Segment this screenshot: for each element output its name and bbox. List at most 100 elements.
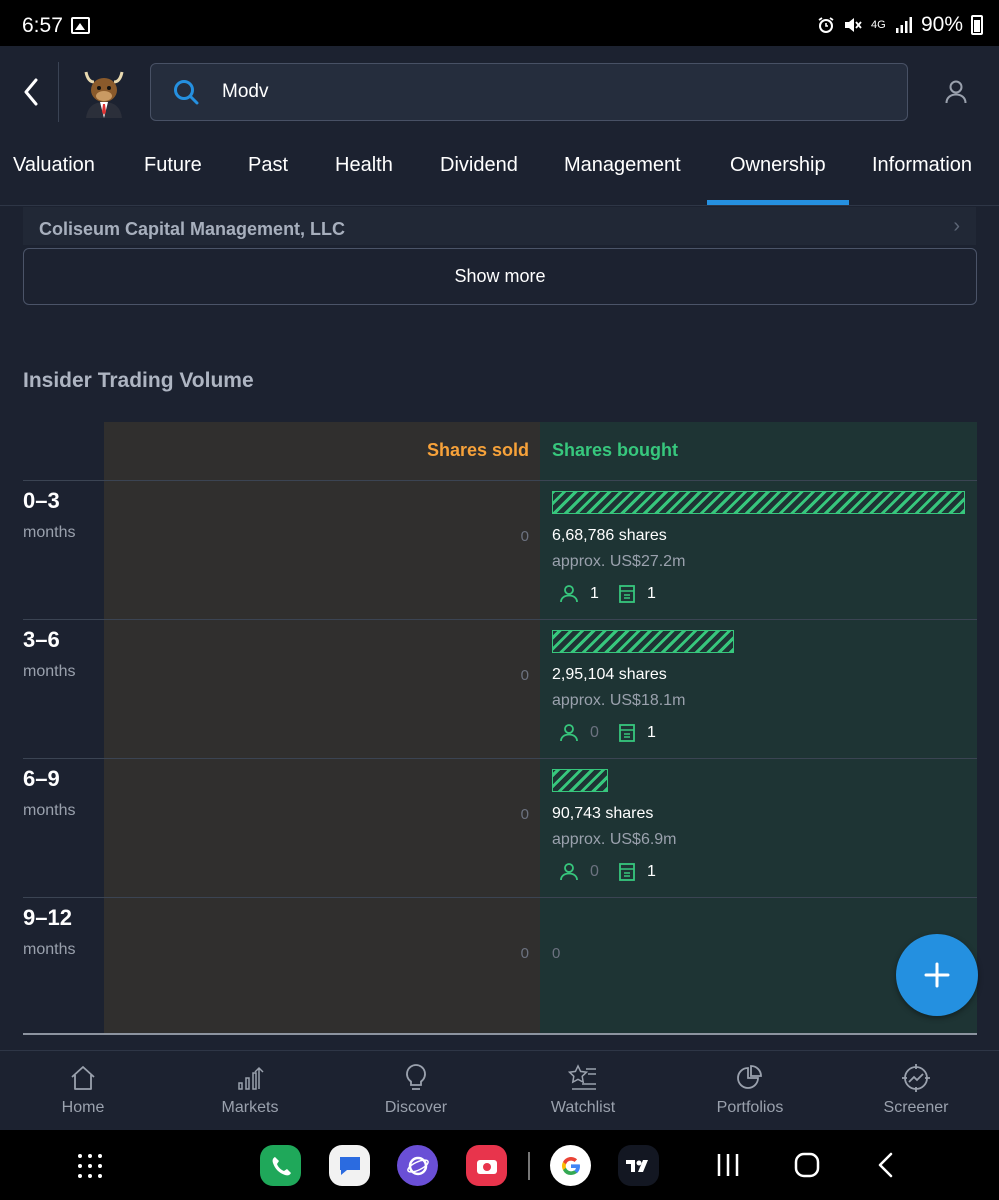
battery-percent: 90%	[920, 13, 963, 36]
app-drawer-icon[interactable]	[76, 1152, 104, 1180]
gallery-notification-icon	[71, 17, 90, 34]
period-unit: months	[23, 802, 76, 819]
tab-ownership[interactable]: Ownership	[730, 154, 826, 177]
bought-volume-bar	[552, 630, 734, 653]
bought-shares: 90,743 shares	[552, 805, 654, 822]
network-type: 4G	[870, 19, 886, 31]
home-icon	[71, 1066, 95, 1090]
individuals-count: 1	[560, 585, 599, 603]
bought-shares: 2,95,104 shares	[552, 666, 667, 683]
tab-past[interactable]: Past	[248, 154, 288, 177]
holder-row[interactable]: Coliseum Capital Management, LLC ›	[23, 207, 976, 245]
camera-app-icon[interactable]	[466, 1145, 507, 1186]
individuals-count: 0	[560, 724, 599, 742]
table-row: 9–12 months 0 0	[23, 898, 977, 1037]
internet-app-icon[interactable]	[397, 1145, 438, 1186]
person-icon	[560, 724, 578, 742]
bottom-navigation: Home Markets Discover Watchlist Portfoli…	[0, 1050, 999, 1130]
system-navigation-bar	[0, 1130, 999, 1200]
tab-dividend[interactable]: Dividend	[440, 154, 518, 177]
individuals-count: 0	[560, 863, 599, 881]
show-more-button[interactable]: Show more	[23, 248, 977, 305]
sold-value: 0	[520, 528, 529, 545]
bought-volume-bar	[552, 491, 965, 514]
back-button[interactable]	[16, 72, 46, 112]
pie-chart-icon	[737, 1065, 762, 1089]
nav-screener[interactable]: Screener	[856, 1061, 976, 1117]
nav-discover[interactable]: Discover	[356, 1061, 476, 1117]
system-back-button[interactable]	[876, 1152, 896, 1178]
alarm-icon	[818, 17, 834, 33]
chevron-right-icon: ›	[953, 215, 960, 237]
bought-shares: 6,68,786 shares	[552, 527, 667, 544]
building-icon	[619, 863, 635, 881]
section-title: Insider Trading Volume	[23, 369, 254, 392]
add-button[interactable]	[896, 934, 978, 1016]
period-unit: months	[23, 941, 76, 958]
sold-value: 0	[520, 667, 529, 684]
table-row: 6–9 months 0 90,743 shares approx. US$6.…	[23, 759, 977, 898]
plus-icon	[924, 962, 950, 988]
battery-icon	[971, 15, 983, 35]
google-app-icon[interactable]	[550, 1145, 591, 1186]
bought-value: approx. US$18.1m	[552, 692, 686, 709]
nav-home[interactable]: Home	[23, 1061, 143, 1117]
bought-header: Shares bought	[552, 440, 679, 460]
building-icon	[619, 585, 635, 603]
tab-health[interactable]: Health	[335, 154, 393, 177]
search-icon	[174, 80, 199, 105]
ownership-content: Coliseum Capital Management, LLC › Show …	[0, 207, 999, 1050]
period-label: 3–6	[23, 627, 60, 652]
bought-value: 0	[552, 945, 561, 962]
table-row: 0–3 months 0 6,68,786 shares approx. US$…	[23, 481, 977, 620]
period-label: 6–9	[23, 766, 60, 791]
holder-name: Coliseum Capital Management, LLC	[39, 219, 346, 239]
companies-count: 1	[619, 863, 656, 881]
search-field[interactable]: Modv	[150, 63, 908, 121]
bought-volume-bar	[552, 769, 608, 792]
lightbulb-icon	[406, 1064, 426, 1090]
tab-future[interactable]: Future	[144, 154, 202, 177]
watchlist-icon	[568, 1064, 596, 1090]
period-unit: months	[23, 663, 76, 680]
user-icon	[945, 80, 967, 104]
app-bar: Modv	[0, 46, 999, 138]
sold-value: 0	[520, 806, 529, 823]
status-bar: 6:57 4G 90%	[0, 0, 999, 46]
sold-value: 0	[520, 945, 529, 962]
period-label: 0–3	[23, 488, 60, 513]
account-button[interactable]	[945, 80, 967, 109]
period-unit: months	[23, 524, 76, 541]
signal-icon	[895, 17, 912, 33]
tab-management[interactable]: Management	[564, 154, 681, 177]
table-bottom-border	[23, 1033, 977, 1035]
sold-header: Shares sold	[426, 440, 529, 460]
dock-divider	[528, 1152, 530, 1180]
messages-app-icon[interactable]	[329, 1145, 370, 1186]
nav-watchlist[interactable]: Watchlist	[523, 1061, 643, 1117]
table-row: 3–6 months 0 2,95,104 shares approx. US$…	[23, 620, 977, 759]
chevron-left-icon	[24, 78, 38, 106]
tab-valuation[interactable]: Valuation	[13, 154, 95, 177]
bought-value: approx. US$6.9m	[552, 831, 677, 848]
search-input[interactable]: Modv	[222, 81, 268, 103]
bought-value: approx. US$27.2m	[552, 553, 686, 570]
status-time: 6:57	[22, 14, 63, 37]
phone-app-icon[interactable]	[260, 1145, 301, 1186]
companies-count: 1	[619, 585, 656, 603]
nav-markets[interactable]: Markets	[190, 1061, 310, 1117]
home-button[interactable]	[794, 1152, 820, 1178]
divider	[58, 62, 59, 122]
active-tab-indicator	[707, 200, 849, 205]
mute-icon	[844, 18, 862, 32]
insider-trading-table: Shares sold Shares bought 0–3 months 0 6…	[23, 422, 977, 1037]
bull-logo-icon[interactable]	[82, 68, 126, 118]
markets-icon	[238, 1066, 264, 1090]
companies-count: 1	[619, 724, 656, 742]
tab-information[interactable]: Information	[872, 154, 972, 177]
section-tabs: Valuation Future Past Health Dividend Ma…	[0, 138, 999, 206]
nav-portfolios[interactable]: Portfolios	[690, 1061, 810, 1117]
recent-apps-button[interactable]	[716, 1152, 740, 1178]
person-icon	[560, 863, 578, 881]
tradingview-app-icon[interactable]	[618, 1145, 659, 1186]
